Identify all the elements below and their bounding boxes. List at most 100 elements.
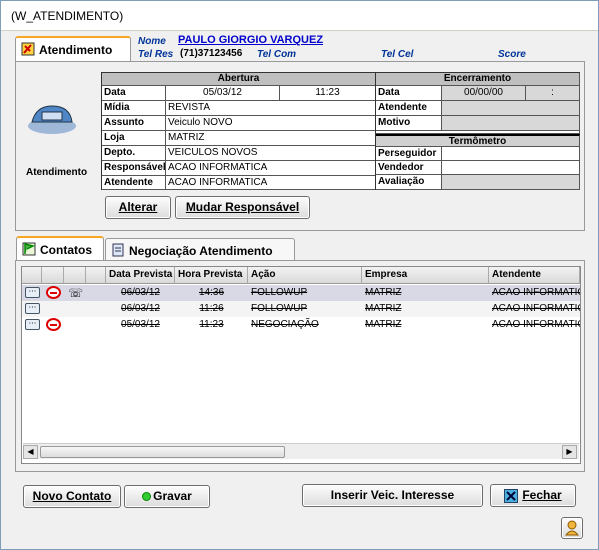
atendimento-caption: Atendimento xyxy=(26,167,88,178)
user-button[interactable] xyxy=(561,517,583,539)
tab-contatos[interactable]: Contatos xyxy=(16,236,104,262)
cell-hora: 14:36 xyxy=(198,287,225,298)
perseguidor-label: Perseguidor xyxy=(376,147,442,161)
loja-field[interactable]: MATRIZ xyxy=(166,131,376,146)
enc-data-field[interactable]: 00/00/00 xyxy=(442,86,526,101)
table-row[interactable]: ··· 06/03/12 11:26 FOLLOWUP MATRIZ ACAO … xyxy=(22,301,580,317)
enc-atendente-field[interactable] xyxy=(442,101,580,116)
tab-label: Negociação Atendimento xyxy=(129,244,273,258)
abertura-data-field[interactable]: 05/03/12 xyxy=(166,86,280,101)
cell-empresa: MATRIZ xyxy=(365,287,402,298)
fechar-label: Fechar xyxy=(522,488,562,502)
scroll-left-icon[interactable]: ◀ xyxy=(23,445,38,459)
termometro-title: Termômetro xyxy=(376,134,580,147)
assunto-field[interactable]: Veiculo NOVO xyxy=(166,116,376,131)
gravar-label: Gravar xyxy=(153,489,192,503)
col-header-atendente[interactable]: Atendente xyxy=(489,267,580,284)
responsavel-field[interactable]: ACAO INFORMATICA xyxy=(166,161,376,176)
mudar-responsavel-button[interactable]: Mudar Responsável xyxy=(175,196,310,219)
close-icon xyxy=(504,488,519,503)
col-header-acao[interactable]: Ação xyxy=(248,267,362,284)
atendimento-window: (W_ATENDIMENTO) Atendimento Nome PAULO G… xyxy=(0,0,599,550)
title-bar: (W_ATENDIMENTO) xyxy=(1,1,598,31)
col-header-4 xyxy=(86,267,106,284)
midia-label: Mídia xyxy=(102,101,166,116)
document-icon xyxy=(112,243,124,257)
avaliacao-field[interactable] xyxy=(442,175,580,190)
ellipsis-button[interactable]: ··· xyxy=(25,287,40,298)
col-header-1 xyxy=(22,267,42,284)
vendedor-field[interactable] xyxy=(442,161,580,175)
abertura-title: Abertura xyxy=(102,73,376,86)
abertura-grid: Abertura Data 05/03/12 11:23 Mídia REVIS… xyxy=(101,72,376,190)
mudar-label: Mudar Responsável xyxy=(185,200,300,214)
inserir-veic-button[interactable]: Inserir Veic. Interesse xyxy=(302,484,483,507)
perseguidor-field[interactable] xyxy=(442,147,580,161)
phone-device-icon xyxy=(28,105,76,134)
vendedor-label: Vendedor xyxy=(376,161,442,175)
ellipsis-button[interactable]: ··· xyxy=(25,319,40,330)
scroll-right-icon[interactable]: ▶ xyxy=(562,445,577,459)
telres-label: Tel Res xyxy=(138,49,174,60)
responsavel-label: Responsável xyxy=(102,161,166,176)
cell-acao: FOLLOWUP xyxy=(251,287,308,298)
table-row[interactable]: ··· ☏ 06/03/12 14:36 FOLLOWUP MATRIZ ACA… xyxy=(22,285,580,301)
no-entry-icon[interactable] xyxy=(46,318,61,331)
telcom-label: Tel Com xyxy=(257,49,297,60)
atendente-label: Atendente xyxy=(102,176,166,190)
nome-label: Nome xyxy=(138,36,166,47)
scroll-thumb[interactable] xyxy=(40,446,285,458)
enc-hora-field[interactable]: : xyxy=(526,86,580,101)
col-header-3 xyxy=(64,267,86,284)
green-dot-icon xyxy=(142,492,152,502)
fechar-button[interactable]: Fechar xyxy=(490,484,576,507)
inserir-label: Inserir Veic. Interesse xyxy=(330,488,455,502)
cell-empresa: MATRIZ xyxy=(365,319,402,330)
flag-icon xyxy=(21,42,35,56)
cell-atendente: ACAO INFORMATICA xyxy=(492,287,580,298)
cell-data: 06/03/12 xyxy=(121,287,160,298)
encerramento-grid: Encerramento Data 00/00/00 : Atendente M… xyxy=(375,72,580,190)
horizontal-scrollbar[interactable]: ◀ ▶ xyxy=(23,443,579,459)
no-entry-icon[interactable] xyxy=(46,286,61,299)
contacts-table[interactable]: Data Prevista Hora Prevista Ação Empresa… xyxy=(21,266,581,464)
enc-atendente-label: Atendente xyxy=(376,101,442,116)
user-icon xyxy=(564,520,580,536)
score-label: Score xyxy=(498,49,526,60)
col-header-empresa[interactable]: Empresa xyxy=(362,267,489,284)
nome-link[interactable]: PAULO GIORGIO VARQUEZ xyxy=(178,34,323,46)
atendente-field[interactable]: ACAO INFORMATICA xyxy=(166,176,376,190)
cell-data: 05/03/12 xyxy=(121,319,160,330)
cell-hora: 11:26 xyxy=(199,303,224,314)
cell-acao: FOLLOWUP xyxy=(251,303,308,314)
table-row[interactable]: ··· 05/03/12 11:23 NEGOCIAÇÃO MATRIZ ACA… xyxy=(22,317,580,333)
motivo-field[interactable] xyxy=(442,116,580,131)
midia-field[interactable]: REVISTA xyxy=(166,101,376,116)
atendimento-panel: Atendimento Abertura Data 05/03/12 11:23… xyxy=(15,61,585,231)
telres-value: (71)37123456 xyxy=(180,48,243,59)
depto-label: Depto. xyxy=(102,146,166,161)
enc-data-label: Data xyxy=(376,86,442,101)
col-header-data[interactable]: Data Prevista xyxy=(106,267,175,284)
tab-negociacao[interactable]: Negociação Atendimento xyxy=(105,238,295,262)
window-title: (W_ATENDIMENTO) xyxy=(11,9,124,23)
phone-icon[interactable]: ☏ xyxy=(68,286,83,300)
alterar-button[interactable]: Alterar xyxy=(105,196,171,219)
col-header-hora[interactable]: Hora Prevista xyxy=(175,267,248,284)
cell-hora: 11:23 xyxy=(199,319,224,330)
tab-atendimento[interactable]: Atendimento xyxy=(15,36,131,62)
flag-icon xyxy=(22,242,36,256)
loja-label: Loja xyxy=(102,131,166,146)
cell-atendente: ACAO INFORMATICA xyxy=(492,319,580,330)
ellipsis-button[interactable]: ··· xyxy=(25,303,40,314)
cell-atendente: ACAO INFORMATICA xyxy=(492,303,580,314)
cell-data: 06/03/12 xyxy=(121,303,160,314)
abertura-hora-field[interactable]: 11:23 xyxy=(280,86,376,101)
alterar-label: Alterar xyxy=(118,200,158,214)
tab-label: Contatos xyxy=(40,243,92,257)
assunto-label: Assunto xyxy=(102,116,166,131)
depto-field[interactable]: VEICULOS NOVOS xyxy=(166,146,376,161)
gravar-button[interactable]: Gravar xyxy=(124,485,210,508)
motivo-label: Motivo xyxy=(376,116,442,131)
novo-contato-button[interactable]: Novo Contato xyxy=(23,485,121,508)
